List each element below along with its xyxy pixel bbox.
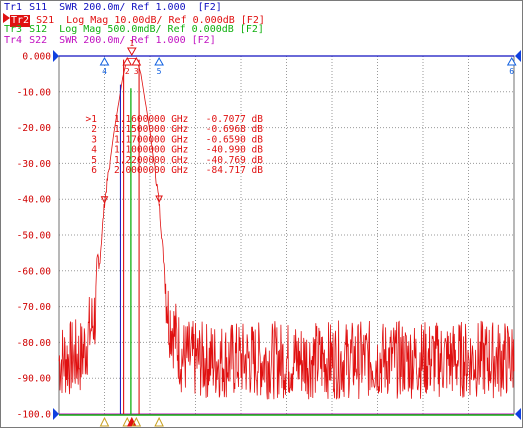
measurement-plot[interactable]: 0.000 -10.00 -20.00 -30.00 -40.00 -50.00 -60.0…	[1, 1, 522, 427]
y-tick-label: -30.00	[17, 159, 52, 170]
y-tick-label: -100.0	[17, 410, 52, 421]
y-tick-label: -20.00	[17, 123, 52, 134]
y-tick-label: -10.00	[17, 87, 52, 98]
y-tick-label: -50.00	[17, 231, 52, 242]
s21-trace[interactable]	[58, 58, 515, 400]
marker-4-top-icon[interactable]	[99, 56, 110, 66]
y-tick-label: -70.00	[17, 302, 52, 313]
marker-id: 6	[91, 165, 97, 176]
stimulus-marker-icon[interactable]	[154, 416, 164, 427]
stimulus-marker-icon[interactable]	[99, 416, 110, 427]
ref-level-right-bottom-icon[interactable]	[515, 408, 521, 420]
ref-level-left-bottom-icon[interactable]	[53, 408, 59, 420]
marker-value: -84.717 dB	[206, 165, 263, 176]
marker-6-top-icon[interactable]	[506, 56, 517, 66]
y-tick-label: -90.00	[17, 374, 52, 385]
marker-frequency: 2.0000000 GHz	[114, 165, 188, 176]
ref-level-right-icon[interactable]	[515, 50, 521, 62]
marker-2-label: 2	[125, 67, 130, 76]
ref-level-left-icon[interactable]	[53, 50, 59, 62]
vna-window: Tr1 S11 SWR 200.0m/ Ref 1.000 [F2] Tr2 S…	[0, 0, 523, 428]
marker-4-label: 4	[102, 67, 107, 76]
marker-2-top-icon[interactable]	[122, 56, 133, 66]
marker-1-label: 1	[129, 39, 134, 48]
marker-3-label: 3	[134, 67, 139, 76]
marker-5-label: 5	[157, 67, 162, 76]
marker-5-top-icon[interactable]	[154, 56, 164, 66]
y-tick-label: -80.00	[17, 338, 52, 349]
y-tick-label: -40.00	[17, 195, 52, 206]
y-tick-label: -60.00	[17, 266, 52, 277]
marker-1-top-icon[interactable]	[126, 47, 137, 57]
marker-6-label: 6	[509, 67, 514, 76]
y-tick-label: 0.000	[22, 52, 51, 63]
